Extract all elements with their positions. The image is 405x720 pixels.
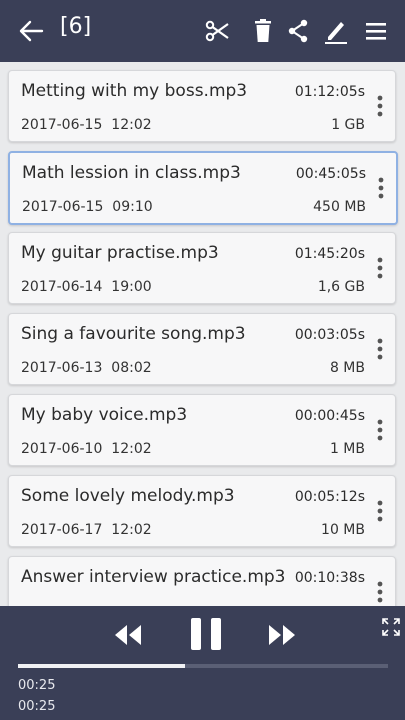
file-date: 2017-06-13 [21,360,103,376]
recording-item[interactable]: Sing a favourite song.mp3 00:03:05s 2017… [8,313,396,385]
file-size: 8 MB [329,360,365,376]
more-options-icon[interactable] [378,177,384,199]
file-date: 2017-06-17 [21,522,103,538]
recording-item-selected[interactable]: Math lession in class.mp3 00:45:05s 2017… [8,151,398,225]
file-name: Some lovely melody.mp3 [21,486,235,506]
more-options-icon[interactable] [377,338,383,360]
recording-item[interactable]: Metting with my boss.mp3 01:12:05s 2017-… [8,70,396,142]
file-name: My guitar practise.mp3 [21,243,219,263]
file-size: 1,6 GB [317,279,365,295]
pause-icon[interactable] [188,616,224,652]
share-icon[interactable] [287,18,309,44]
hamburger-menu-icon[interactable] [365,18,387,44]
file-datetime: 2017-06-17 12:02 [21,522,152,538]
file-datetime: 2017-06-15 12:02 [21,117,152,133]
file-size: 10 MB [321,522,365,538]
file-time: 12:02 [111,522,152,538]
total-time: 00:25 [18,699,56,714]
file-time: 12:02 [111,441,152,457]
more-options-icon[interactable] [377,419,383,441]
more-options-icon[interactable] [377,95,383,117]
playback-progress-fill [18,664,185,668]
selection-count: [6] [60,14,92,39]
file-name: Metting with my boss.mp3 [21,81,248,101]
file-datetime: 2017-06-15 09:10 [22,199,153,215]
file-size: 1 GB [331,117,365,133]
top-app-bar: [6] [0,0,405,62]
file-date: 2017-06-14 [21,279,103,295]
fast-forward-icon[interactable] [266,622,298,648]
rewind-icon[interactable] [112,622,144,648]
more-options-icon[interactable] [377,500,383,522]
recording-item[interactable]: My guitar practise.mp3 01:45:20s 2017-06… [8,232,396,304]
fullscreen-icon[interactable] [382,618,400,636]
file-datetime: 2017-06-13 08:02 [21,360,152,376]
file-date: 2017-06-15 [21,117,103,133]
file-duration: 01:12:05s [294,84,365,100]
pencil-edit-icon[interactable] [325,18,347,44]
file-duration: 00:00:45s [294,408,365,424]
more-options-icon[interactable] [377,581,383,603]
file-duration: 00:05:12s [294,489,365,505]
file-name: Math lession in class.mp3 [22,163,241,183]
recording-list: Metting with my boss.mp3 01:12:05s 2017-… [0,62,405,606]
recording-item[interactable]: Some lovely melody.mp3 00:05:12s 2017-06… [8,475,396,547]
audio-player: 00:25 00:25 [0,606,405,720]
playback-progress-bar[interactable] [18,664,388,668]
file-name: My baby voice.mp3 [21,405,188,425]
file-duration: 00:10:38s [294,570,365,586]
back-arrow-icon[interactable] [18,18,44,44]
file-duration: 00:45:05s [295,166,366,182]
file-size: 1 MB [329,441,365,457]
recording-item[interactable]: My baby voice.mp3 00:00:45s 2017-06-10 1… [8,394,396,466]
file-date: 2017-06-10 [21,441,103,457]
file-datetime: 2017-06-10 12:02 [21,441,152,457]
file-duration: 00:03:05s [294,327,365,343]
recording-item[interactable]: Answer interview practice.mp3 00:10:38s [8,556,396,606]
file-time: 08:02 [111,360,152,376]
file-date: 2017-06-15 [22,199,104,215]
file-duration: 01:45:20s [294,246,365,262]
more-options-icon[interactable] [377,257,383,279]
current-time: 00:25 [18,678,56,693]
file-time: 09:10 [112,199,153,215]
trash-icon[interactable] [254,18,272,44]
file-datetime: 2017-06-14 19:00 [21,279,152,295]
file-name: Sing a favourite song.mp3 [21,324,246,344]
file-name: Answer interview practice.mp3 [21,567,286,587]
file-time: 19:00 [111,279,152,295]
scissors-icon[interactable] [204,18,230,44]
file-time: 12:02 [111,117,152,133]
file-size: 450 MB [313,199,366,215]
